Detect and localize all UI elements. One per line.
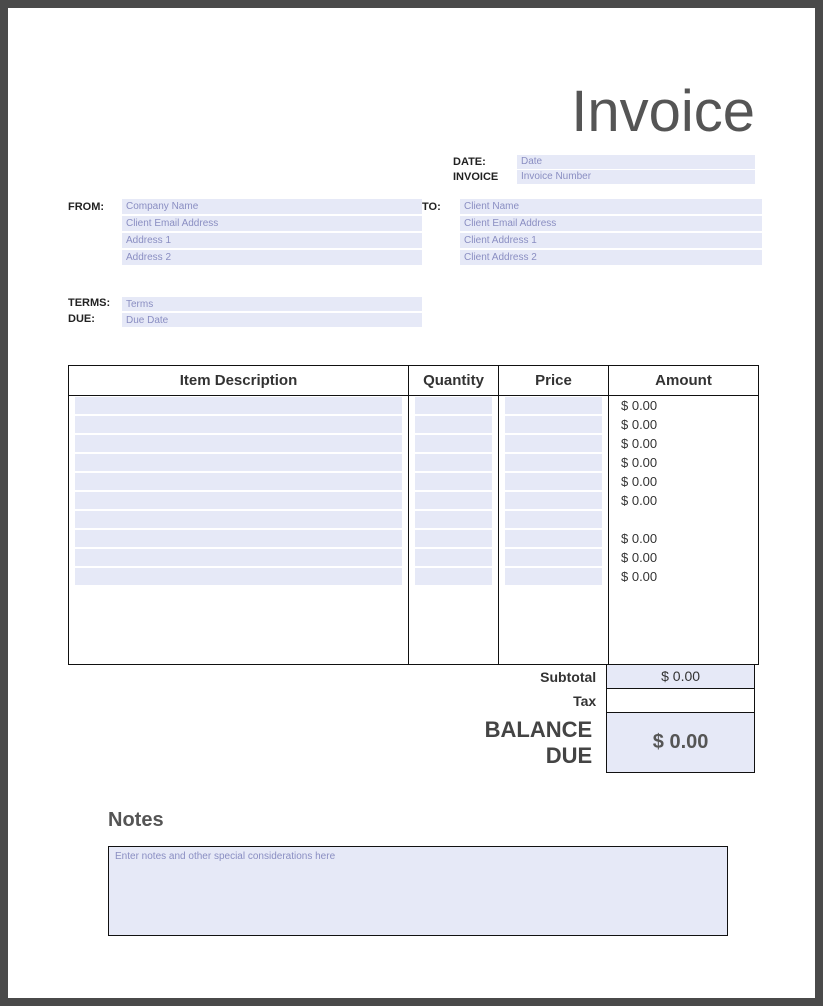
from-address2-field[interactable]: Address 2 xyxy=(122,250,422,265)
col-quantity: Quantity xyxy=(409,366,499,396)
table-row: $ 0.00 xyxy=(69,453,759,472)
totals: Subtotal $ 0.00 Tax BALANCE DUE $ 0.00 xyxy=(68,665,755,774)
price-cell[interactable] xyxy=(505,549,602,566)
price-cell[interactable] xyxy=(505,530,602,547)
to-name-field[interactable]: Client Name xyxy=(460,199,762,214)
balance-due-label: BALANCE DUE xyxy=(485,713,607,773)
from-company-field[interactable]: Company Name xyxy=(122,199,422,214)
qty-cell[interactable] xyxy=(415,568,492,585)
desc-cell[interactable] xyxy=(75,435,402,452)
from-label: FROM: xyxy=(68,199,114,267)
amount-cell: $ 0.00 xyxy=(615,416,752,433)
subtotal-value: $ 0.00 xyxy=(607,665,755,689)
desc-cell[interactable] xyxy=(75,416,402,433)
qty-cell[interactable] xyxy=(415,492,492,509)
notes-field[interactable]: Enter notes and other special considerat… xyxy=(108,846,728,936)
price-cell[interactable] xyxy=(505,492,602,509)
table-row: $ 0.00 xyxy=(69,396,759,416)
col-description: Item Description xyxy=(69,366,409,396)
table-row: $ 0.00 xyxy=(69,415,759,434)
amount-cell: $ 0.00 xyxy=(615,549,752,566)
qty-cell[interactable] xyxy=(415,416,492,433)
terms-field[interactable]: Terms xyxy=(122,297,422,311)
price-cell[interactable] xyxy=(505,416,602,433)
desc-cell[interactable] xyxy=(75,568,402,585)
to-address1-field[interactable]: Client Address 1 xyxy=(460,233,762,248)
qty-cell[interactable] xyxy=(415,454,492,471)
col-amount: Amount xyxy=(609,366,759,396)
amount-cell: $ 0.00 xyxy=(615,435,752,452)
due-label: DUE: xyxy=(68,313,114,329)
qty-cell[interactable] xyxy=(415,397,492,414)
from-block: FROM: Company Name Client Email Address … xyxy=(68,199,422,267)
table-row: $ 0.00 xyxy=(69,548,759,567)
notes-heading: Notes xyxy=(108,809,755,832)
to-address2-field[interactable]: Client Address 2 xyxy=(460,250,762,265)
amount-cell: $ 0.00 xyxy=(615,492,752,509)
due-field[interactable]: Due Date xyxy=(122,313,422,327)
price-cell[interactable] xyxy=(505,568,602,585)
date-label: DATE: xyxy=(453,156,517,168)
amount-cell: $ 0.00 xyxy=(615,454,752,471)
invoice-page: Invoice DATE: Date INVOICE Invoice Numbe… xyxy=(8,8,815,998)
desc-cell[interactable] xyxy=(75,492,402,509)
invoice-number-label: INVOICE xyxy=(453,171,517,183)
col-price: Price xyxy=(499,366,609,396)
qty-cell[interactable] xyxy=(415,511,492,528)
items-table: Item Description Quantity Price Amount $… xyxy=(68,365,759,665)
table-row xyxy=(69,510,759,529)
table-row: $ 0.00 xyxy=(69,529,759,548)
subtotal-label: Subtotal xyxy=(485,665,607,689)
desc-cell[interactable] xyxy=(75,473,402,490)
qty-cell[interactable] xyxy=(415,435,492,452)
amount-cell: $ 0.00 xyxy=(615,473,752,490)
terms-block: TERMS: DUE: Terms Due Date xyxy=(68,297,755,329)
tax-value[interactable] xyxy=(607,689,755,713)
amount-cell: $ 0.00 xyxy=(615,530,752,547)
amount-cell xyxy=(615,511,752,528)
table-row: $ 0.00 xyxy=(69,472,759,491)
price-cell[interactable] xyxy=(505,511,602,528)
desc-cell[interactable] xyxy=(75,549,402,566)
to-email-field[interactable]: Client Email Address xyxy=(460,216,762,231)
invoice-meta: DATE: Date INVOICE Invoice Number xyxy=(453,155,755,185)
desc-cell[interactable] xyxy=(75,397,402,414)
table-row: $ 0.00 xyxy=(69,567,759,586)
to-block: TO: Client Name Client Email Address Cli… xyxy=(422,199,762,267)
qty-cell[interactable] xyxy=(415,549,492,566)
terms-label: TERMS: xyxy=(68,297,114,313)
desc-cell[interactable] xyxy=(75,511,402,528)
tax-label: Tax xyxy=(485,689,607,713)
table-row: $ 0.00 xyxy=(69,434,759,453)
from-address1-field[interactable]: Address 1 xyxy=(122,233,422,248)
desc-cell[interactable] xyxy=(75,454,402,471)
amount-cell: $ 0.00 xyxy=(615,397,752,414)
balance-due-value: $ 0.00 xyxy=(607,713,755,773)
price-cell[interactable] xyxy=(505,435,602,452)
price-cell[interactable] xyxy=(505,473,602,490)
invoice-title: Invoice xyxy=(68,78,755,145)
price-cell[interactable] xyxy=(505,454,602,471)
to-label: TO: xyxy=(422,199,452,267)
table-row: $ 0.00 xyxy=(69,491,759,510)
amount-cell: $ 0.00 xyxy=(615,568,752,585)
invoice-number-field[interactable]: Invoice Number xyxy=(517,170,755,184)
date-field[interactable]: Date xyxy=(517,155,755,169)
qty-cell[interactable] xyxy=(415,530,492,547)
desc-cell[interactable] xyxy=(75,530,402,547)
qty-cell[interactable] xyxy=(415,473,492,490)
price-cell[interactable] xyxy=(505,397,602,414)
from-email-field[interactable]: Client Email Address xyxy=(122,216,422,231)
parties: FROM: Company Name Client Email Address … xyxy=(68,199,755,267)
